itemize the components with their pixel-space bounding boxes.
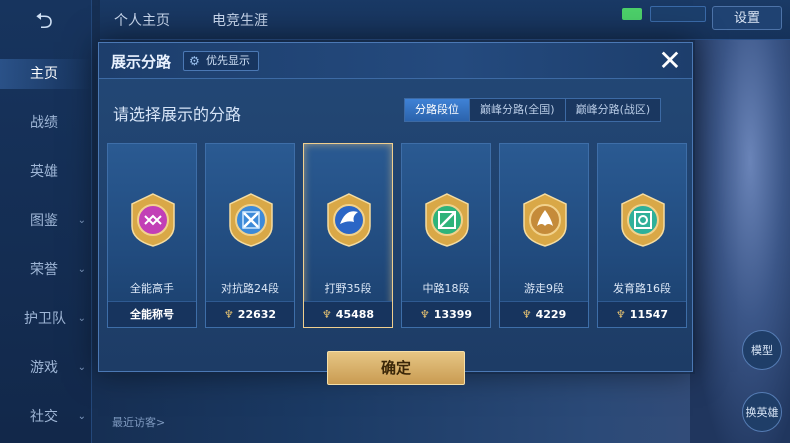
nav-item-games[interactable]: 游戏 ⌄	[0, 353, 92, 383]
power-icon: ♆	[223, 308, 234, 321]
lane-card-clash[interactable]: 对抗路24段 ♆ 22632	[205, 143, 295, 328]
chevron-down-icon: ⌄	[77, 313, 86, 324]
power-value: 45488	[335, 308, 375, 321]
roam-badge-icon	[523, 193, 567, 247]
settings-button[interactable]: 设置	[712, 6, 782, 30]
change-hero-button[interactable]: 换英雄	[742, 392, 782, 432]
power-icon: ♆	[521, 308, 532, 321]
lane-footer: 全能称号	[108, 301, 196, 327]
wifi-icon	[622, 8, 642, 20]
lane-card-farm[interactable]: 发育路16段 ♆ 11547	[597, 143, 687, 328]
confirm-button[interactable]: 确定	[327, 351, 465, 385]
tab-esports[interactable]: 电竞生涯	[212, 10, 268, 30]
tab-peak-region[interactable]: 巅峰分路(战区)	[565, 99, 661, 121]
modal-title: 展示分路	[111, 53, 172, 71]
priority-label: 优先显示	[206, 54, 250, 67]
nav-item-heroes[interactable]: 英雄	[0, 157, 92, 187]
nav-item-label: 游戏	[30, 360, 58, 376]
lane-card-mid[interactable]: 中路18段 ♆ 13399	[401, 143, 491, 328]
lane-footer: ♆ 11547	[598, 301, 686, 327]
lane-card-all-round[interactable]: 全能高手 全能称号	[107, 143, 197, 328]
jungle-badge-icon	[327, 193, 371, 247]
all-round-badge-icon	[131, 193, 175, 247]
close-icon[interactable]: ✕	[655, 47, 685, 75]
farm-lane-badge-icon	[621, 193, 665, 247]
chevron-down-icon: ⌄	[77, 215, 86, 226]
nav-item-social[interactable]: 社交 ⌄	[0, 402, 92, 432]
modal-header: 展示分路 ⚙ 优先显示 ✕	[99, 43, 692, 79]
tab-peak-national[interactable]: 巅峰分路(全国)	[470, 99, 566, 121]
chevron-down-icon: ⌄	[77, 411, 86, 422]
lane-name: 发育路16段	[613, 282, 671, 295]
nav-item-honor[interactable]: 荣誉 ⌄	[0, 255, 92, 285]
nav-item-label: 主页	[30, 66, 58, 82]
nav-item-label: 社交	[30, 409, 58, 425]
nav-item-label: 护卫队	[24, 311, 66, 327]
lane-footer: ♆ 45488	[304, 301, 392, 327]
tab-lane-rank[interactable]: 分路段位	[405, 99, 470, 121]
hero-artwork	[690, 40, 790, 443]
power-icon: ♆	[419, 308, 430, 321]
lane-name: 打野35段	[324, 282, 372, 295]
nav-item-home[interactable]: 主页	[0, 59, 92, 89]
power-value: 4229	[535, 308, 567, 321]
nav-item-label: 荣誉	[30, 262, 58, 278]
nav-item-guard[interactable]: 护卫队 ⌄	[0, 304, 92, 334]
mid-lane-badge-icon	[425, 193, 469, 247]
status-indicator	[650, 6, 706, 22]
power-value: 13399	[433, 308, 473, 321]
priority-display-button[interactable]: ⚙ 优先显示	[183, 51, 259, 71]
lane-footer: ♆ 4229	[500, 301, 588, 327]
modal-subtitle: 请选择展示的分路	[113, 105, 242, 124]
chevron-down-icon: ⌄	[77, 362, 86, 373]
back-icon[interactable]: ⮌	[22, 10, 66, 34]
lane-name: 全能高手	[130, 282, 174, 295]
chevron-down-icon: ⌄	[77, 264, 86, 275]
power-value: 11547	[629, 308, 669, 321]
lane-name: 游走9段	[524, 282, 564, 295]
nav-item-label: 英雄	[30, 164, 58, 180]
recent-visitors-link[interactable]: 最近访客>	[112, 416, 165, 429]
clash-lane-badge-icon	[229, 193, 273, 247]
left-nav: ⮌ 主页 战绩 英雄 图鉴 ⌄ 荣誉 ⌄ 护卫队 ⌄ 游戏 ⌄ 社交 ⌄	[0, 0, 92, 443]
lane-name: 中路18段	[422, 282, 470, 295]
power-value: 22632	[237, 308, 277, 321]
nav-item-label: 战绩	[30, 115, 58, 131]
nav-item-record[interactable]: 战绩	[0, 108, 92, 138]
lane-footer: ♆ 22632	[206, 301, 294, 327]
lane-display-modal: 展示分路 ⚙ 优先显示 ✕ 请选择展示的分路 分路段位 巅峰分路(全国) 巅峰分…	[98, 42, 693, 385]
lane-footer: ♆ 13399	[402, 301, 490, 327]
filter-tabs: 分路段位 巅峰分路(全国) 巅峰分路(战区)	[404, 98, 662, 122]
nav-item-label: 图鉴	[30, 213, 58, 229]
lane-card-roam[interactable]: 游走9段 ♆ 4229	[499, 143, 589, 328]
power-icon: ♆	[615, 308, 626, 321]
power-icon: ♆	[321, 308, 332, 321]
bottom-bar: 最近访客>	[100, 400, 690, 443]
gear-icon: ⚙	[189, 54, 200, 68]
model-button[interactable]: 模型	[742, 330, 782, 370]
lane-name: 对抗路24段	[221, 282, 279, 295]
nav-item-atlas[interactable]: 图鉴 ⌄	[0, 206, 92, 236]
lane-card-jungle[interactable]: 打野35段 ♆ 45488	[303, 143, 393, 328]
tab-profile[interactable]: 个人主页	[114, 10, 170, 30]
